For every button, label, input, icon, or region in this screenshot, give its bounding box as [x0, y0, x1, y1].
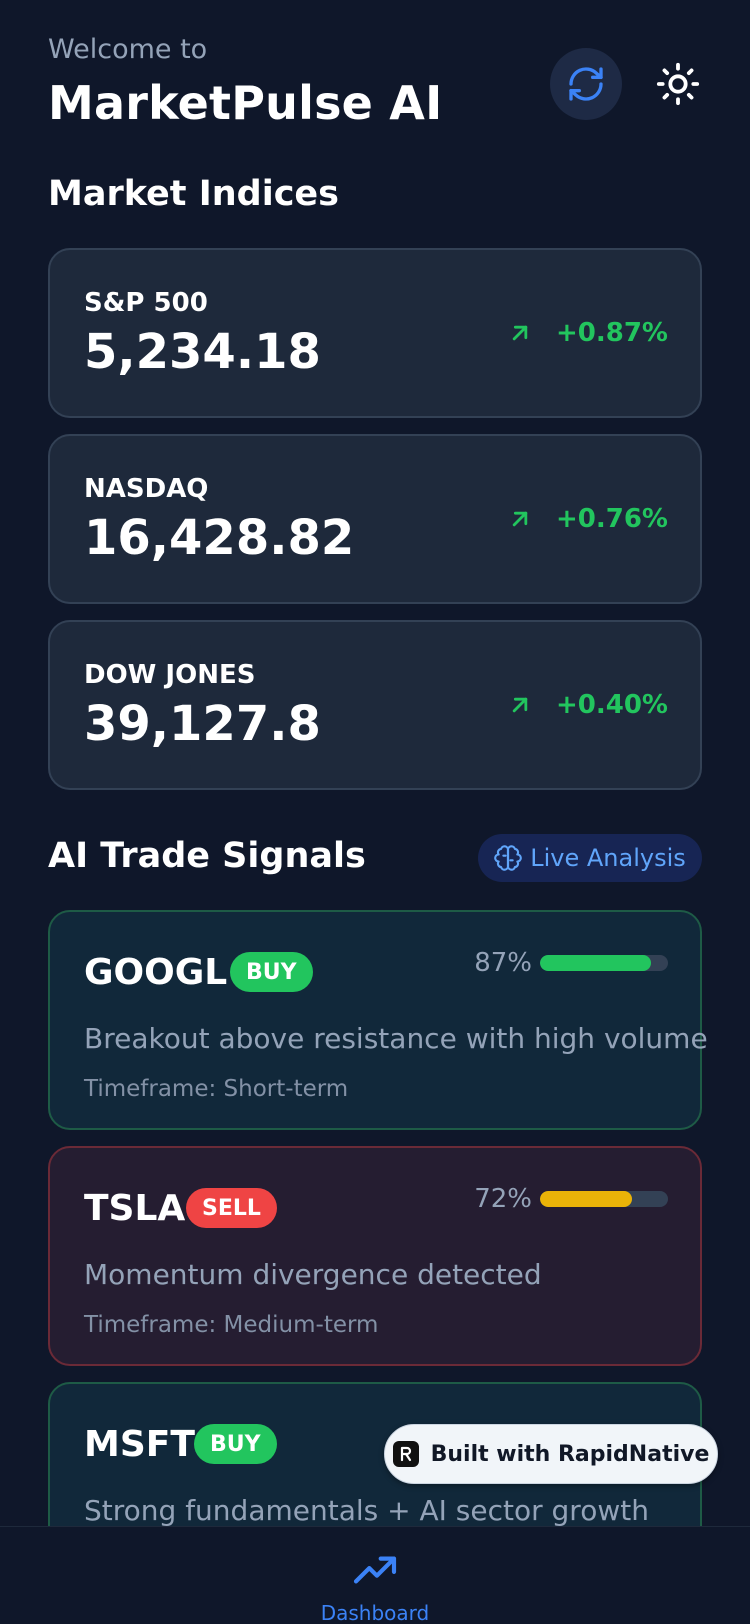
signal-description: Breakout above resistance with high volu…	[84, 1022, 708, 1055]
signal-description: Strong fundamentals + AI sector growth	[84, 1494, 649, 1527]
signal-action-badge: BUY	[194, 1424, 277, 1464]
trade-signals-title: AI Trade Signals	[48, 836, 366, 876]
rapidnative-logo-icon	[392, 1441, 419, 1467]
sun-icon	[656, 62, 700, 106]
index-change-text: +0.76%	[556, 504, 668, 534]
index-change: +0.40%	[506, 690, 668, 720]
brain-icon	[494, 845, 523, 871]
app-title: MarketPulse AI	[48, 76, 443, 130]
signal-ticker: TSLA	[84, 1188, 186, 1229]
market-indices-title: Market Indices	[48, 174, 340, 214]
confidence-meter: 87%	[474, 948, 668, 978]
signal-action-badge: BUY	[230, 952, 313, 992]
welcome-text: Welcome to	[48, 34, 208, 65]
index-change-text: +0.40%	[556, 690, 668, 720]
tab-dashboard[interactable]: Dashboard	[300, 1551, 450, 1624]
signal-timeframe: Timeframe: Short-term	[84, 1076, 349, 1102]
refresh-icon	[569, 67, 603, 101]
live-analysis-label: Live Analysis	[530, 844, 686, 872]
index-name: DOW JONES	[84, 660, 256, 690]
trending-up-icon	[353, 1556, 397, 1584]
index-change: +0.76%	[506, 504, 668, 534]
signal-ticker: MSFT	[84, 1424, 195, 1465]
confidence-text: 87%	[474, 948, 532, 978]
confidence-bar	[540, 955, 668, 971]
confidence-bar-fill	[540, 955, 652, 971]
index-card-nasdaq[interactable]: NASDAQ 16,428.82 +0.76%	[48, 434, 702, 604]
index-value: 16,428.82	[84, 510, 355, 566]
index-value: 39,127.8	[84, 696, 321, 752]
built-with-badge[interactable]: Built with RapidNative	[384, 1424, 718, 1484]
bottom-tab-bar: Dashboard	[0, 1526, 750, 1624]
live-analysis-button[interactable]: Live Analysis	[478, 834, 702, 882]
index-card-dow-jones[interactable]: DOW JONES 39,127.8 +0.40%	[48, 620, 702, 790]
arrow-up-right-icon	[512, 325, 528, 341]
confidence-meter: 72%	[474, 1184, 668, 1214]
signal-card-tsla[interactable]: TSLA SELL 72% Momentum divergence detect…	[48, 1146, 702, 1366]
signal-card-googl[interactable]: GOOGL BUY 87% Breakout above resistance …	[48, 910, 708, 1130]
refresh-button[interactable]	[550, 48, 622, 120]
confidence-text: 72%	[474, 1184, 532, 1214]
index-card-sp500[interactable]: S&P 500 5,234.18 +0.87%	[48, 248, 702, 418]
index-name: S&P 500	[84, 288, 208, 318]
theme-toggle-button[interactable]	[648, 54, 708, 114]
tab-dashboard-label: Dashboard	[320, 1601, 430, 1624]
signal-timeframe: Timeframe: Medium-term	[84, 1312, 379, 1338]
signal-action-badge: SELL	[186, 1188, 277, 1228]
confidence-bar	[540, 1191, 668, 1207]
confidence-bar-fill	[540, 1191, 633, 1207]
index-name: NASDAQ	[84, 474, 209, 504]
signal-description: Momentum divergence detected	[84, 1258, 542, 1291]
index-change: +0.87%	[506, 318, 668, 348]
index-change-text: +0.87%	[556, 318, 668, 348]
arrow-up-right-icon	[512, 511, 528, 527]
index-value: 5,234.18	[84, 324, 321, 380]
signal-ticker: GOOGL	[84, 952, 228, 993]
built-with-text: Built with RapidNative	[430, 1441, 710, 1467]
app-screen: Welcome to MarketPulse AI Market Indices…	[0, 0, 750, 1624]
arrow-up-right-icon	[512, 697, 528, 713]
